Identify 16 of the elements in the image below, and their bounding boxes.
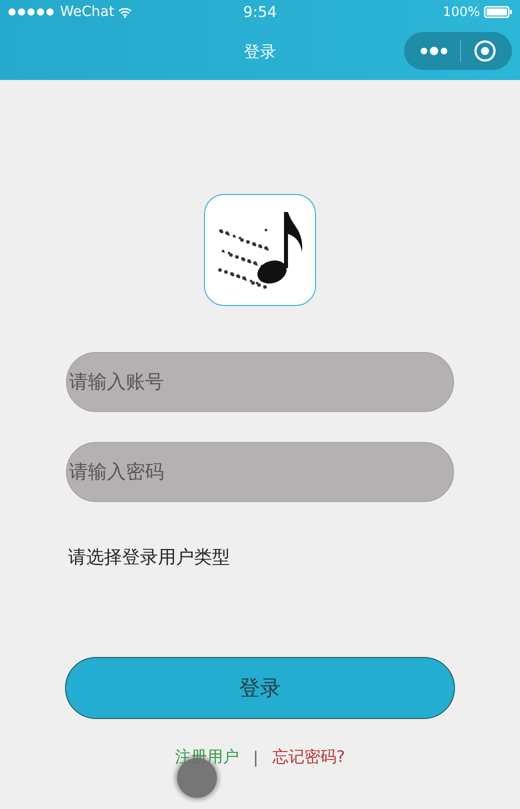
login-button[interactable]: 登录 <box>65 657 455 719</box>
battery-icon <box>484 6 512 18</box>
wifi-icon <box>118 6 132 18</box>
status-time: 9:54 <box>243 3 277 21</box>
more-icon[interactable] <box>420 46 448 56</box>
password-field[interactable]: 请输入密码 <box>66 442 454 502</box>
forgot-password-link[interactable]: 忘记密码? <box>272 747 345 768</box>
user-type-label[interactable]: 请选择登录用户类型 <box>68 545 230 569</box>
signal-icon <box>8 8 56 16</box>
link-separator: | <box>253 748 258 767</box>
page-title: 登录 <box>244 42 276 62</box>
close-icon[interactable] <box>474 40 496 62</box>
carrier-name: WeChat <box>60 4 114 20</box>
battery-percent: 100% <box>442 4 480 20</box>
register-link[interactable]: 注册用户 <box>175 747 240 768</box>
account-field[interactable]: 请输入账号 <box>66 352 454 412</box>
